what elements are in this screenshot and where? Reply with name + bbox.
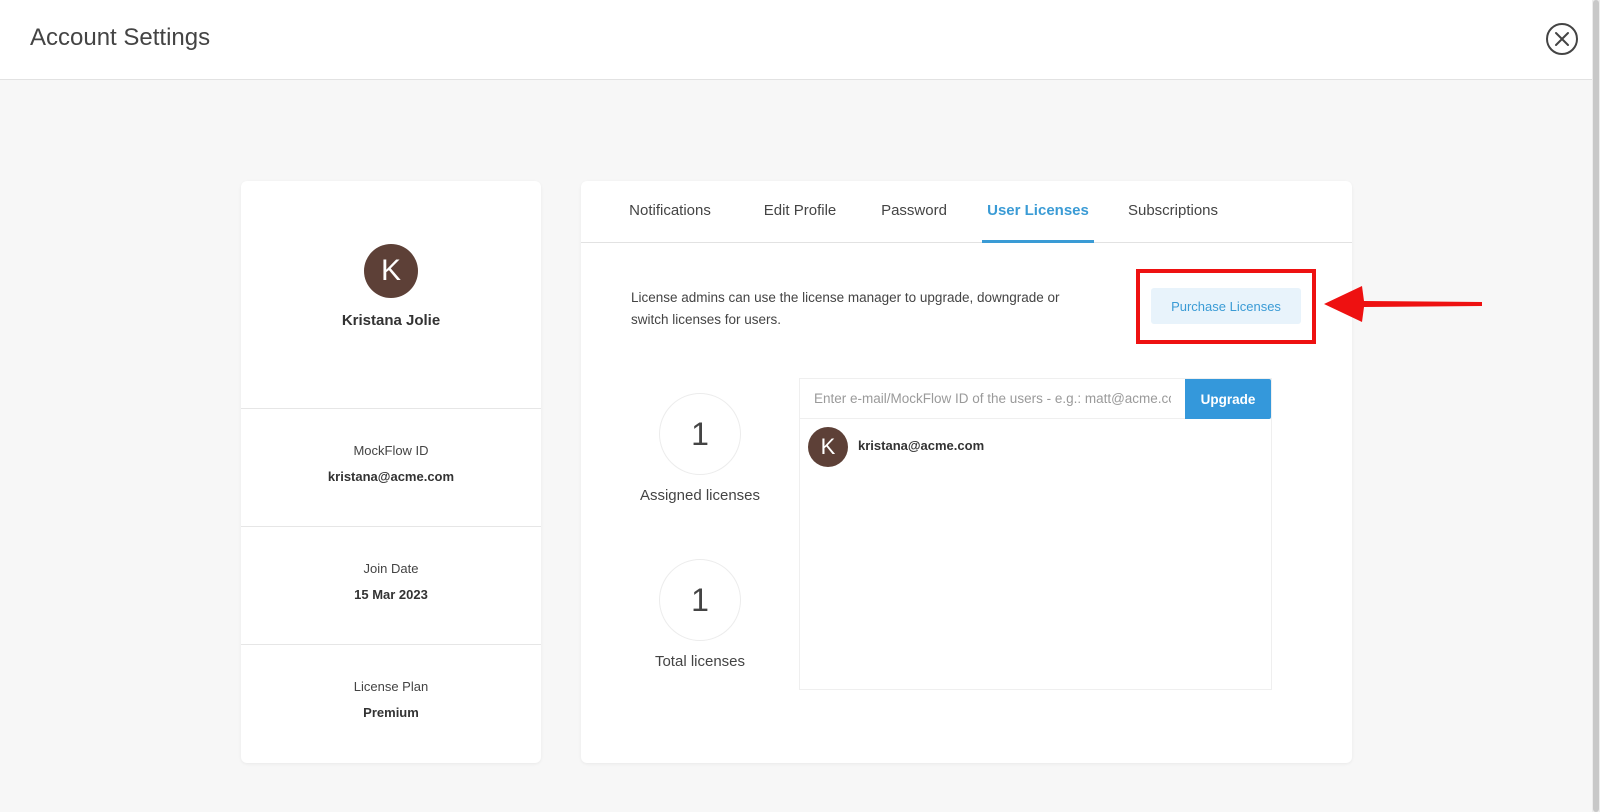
scrollbar[interactable] bbox=[1592, 0, 1600, 812]
join-date-label: Join Date bbox=[363, 561, 419, 576]
license-description: License admins can use the license manag… bbox=[631, 290, 1060, 327]
avatar: K bbox=[808, 427, 848, 467]
join-date-block: Join Date 15 Mar 2023 bbox=[241, 527, 541, 645]
settings-panel: Notifications Edit Profile Password User… bbox=[581, 181, 1352, 763]
tab-password[interactable]: Password bbox=[871, 181, 957, 243]
list-item[interactable]: K kristana@acme.com bbox=[808, 427, 1258, 469]
license-plan-label: License Plan bbox=[353, 679, 429, 694]
user-license-list: Upgrade K kristana@acme.com bbox=[799, 378, 1272, 690]
user-email: kristana@acme.com bbox=[858, 438, 985, 453]
page-title: Account Settings bbox=[30, 24, 211, 51]
avatar: K bbox=[364, 244, 418, 298]
purchase-licenses-button[interactable]: Purchase Licenses bbox=[1151, 288, 1301, 324]
tab-notifications[interactable]: Notifications bbox=[611, 181, 729, 243]
assigned-licenses-label: Assigned licenses bbox=[639, 487, 761, 504]
tab-subscriptions[interactable]: Subscriptions bbox=[1116, 181, 1230, 243]
profile-summary: K Kristana Jolie bbox=[241, 181, 541, 409]
mockflow-id-value: kristana@acme.com bbox=[327, 469, 455, 484]
assigned-licenses-count: 1 bbox=[659, 393, 741, 475]
arrow-annotation-icon bbox=[1324, 286, 1482, 322]
tab-user-licenses[interactable]: User Licenses bbox=[982, 181, 1094, 243]
mockflow-id-block: MockFlow ID kristana@acme.com bbox=[241, 409, 541, 527]
total-licenses-label: Total licenses bbox=[654, 653, 746, 670]
settings-tabs: Notifications Edit Profile Password User… bbox=[581, 181, 1352, 243]
tab-edit-profile[interactable]: Edit Profile bbox=[747, 181, 853, 243]
profile-name: Kristana Jolie bbox=[341, 312, 441, 329]
license-plan-block: License Plan Premium bbox=[241, 645, 541, 763]
total-licenses-count: 1 bbox=[659, 559, 741, 641]
upgrade-button[interactable]: Upgrade bbox=[1185, 379, 1271, 419]
license-plan-value: Premium bbox=[363, 705, 419, 720]
profile-card: K Kristana Jolie MockFlow ID kristana@ac… bbox=[241, 181, 541, 763]
user-search-input[interactable] bbox=[800, 379, 1185, 419]
join-date-value: 15 Mar 2023 bbox=[354, 587, 428, 602]
mockflow-id-label: MockFlow ID bbox=[353, 443, 429, 458]
header-bar: Account Settings bbox=[0, 0, 1592, 80]
close-icon[interactable] bbox=[1546, 23, 1578, 55]
scrollbar-thumb[interactable] bbox=[1593, 0, 1599, 812]
